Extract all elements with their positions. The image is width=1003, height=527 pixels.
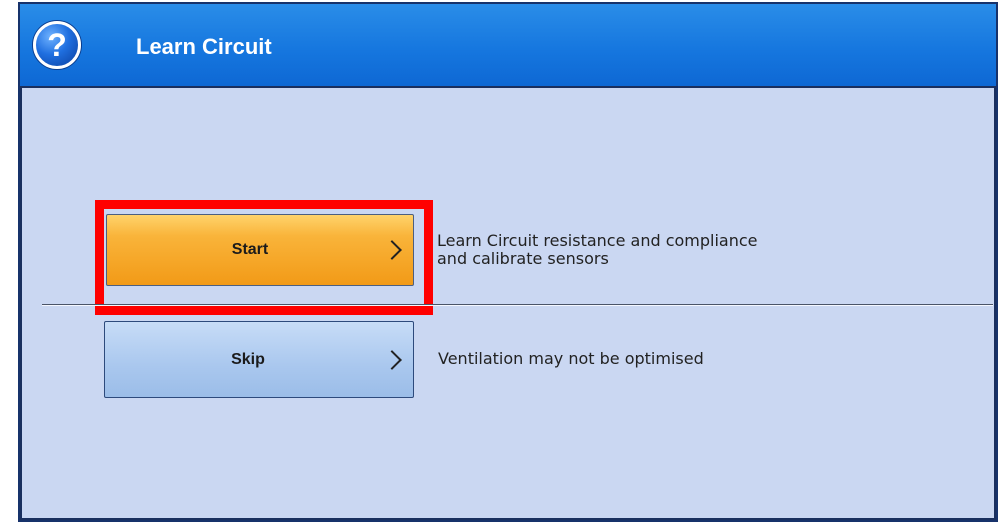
screen: ? Learn Circuit Start Learn Circuit resi… xyxy=(0,0,1003,527)
start-description: Learn Circuit resistance and compliance … xyxy=(437,232,758,268)
skip-description-line1: Ventilation may not be optimised xyxy=(438,349,704,368)
start-button[interactable]: Start xyxy=(106,214,414,286)
help-icon[interactable]: ? xyxy=(33,21,81,69)
skip-button-label: Skip xyxy=(231,351,265,368)
skip-description: Ventilation may not be optimised xyxy=(438,350,704,368)
divider xyxy=(42,304,993,306)
start-description-line2: and calibrate sensors xyxy=(437,249,609,268)
skip-button[interactable]: Skip xyxy=(104,321,414,398)
start-description-line1: Learn Circuit resistance and compliance xyxy=(437,231,758,250)
learn-circuit-dialog: ? Learn Circuit Start Learn Circuit resi… xyxy=(18,2,998,522)
help-glyph: ? xyxy=(47,27,67,63)
title-bar: ? Learn Circuit xyxy=(20,4,996,86)
dialog-content: Start Learn Circuit resistance and compl… xyxy=(20,86,996,520)
start-button-label: Start xyxy=(231,241,269,258)
dialog-title: Learn Circuit xyxy=(136,34,272,59)
